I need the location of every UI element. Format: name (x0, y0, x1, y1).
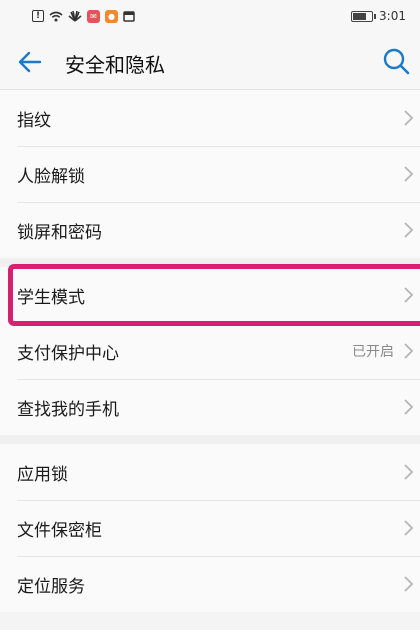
back-arrow-icon[interactable] (16, 48, 44, 76)
chevron-right-icon (404, 576, 414, 592)
alert-icon: ! (32, 10, 44, 22)
status-value: 已开启 (352, 344, 394, 360)
chevron-right-icon (404, 166, 414, 182)
settings-item-label: 查找我的手机 (17, 399, 119, 420)
chevron-right-icon (404, 399, 414, 415)
section-divider (0, 258, 420, 267)
settings-group: 学生模式 支付保护中心 已开启 查找我的手机 (0, 267, 420, 435)
calendar-icon (123, 10, 135, 22)
settings-item-face-unlock[interactable]: 人脸解锁 (0, 146, 420, 202)
status-icons-left: ! ✉ ● (32, 9, 135, 23)
settings-item-location-services[interactable]: 定位服务 (0, 556, 420, 612)
settings-item-label: 文件保密柜 (17, 520, 102, 541)
chevron-right-icon (404, 464, 414, 480)
settings-item-lock-screen[interactable]: 锁屏和密码 (0, 202, 420, 258)
settings-item-label: 指纹 (17, 110, 51, 131)
settings-item-label: 锁屏和密码 (17, 222, 102, 243)
settings-group: 指纹 人脸解锁 锁屏和密码 (0, 90, 420, 258)
chevron-right-icon (404, 110, 414, 126)
chevron-right-icon (404, 520, 414, 536)
settings-item-label: 支付保护中心 (17, 343, 119, 364)
clock: 3:01 (379, 9, 406, 23)
settings-item-label: 应用锁 (17, 464, 68, 485)
chevron-right-icon (404, 343, 414, 359)
page-title: 安全和隐私 (65, 53, 165, 77)
settings-item-file-safe[interactable]: 文件保密柜 (0, 500, 420, 556)
app-header: 安全和隐私 (0, 32, 420, 90)
settings-item-label: 定位服务 (17, 576, 85, 597)
chevron-right-icon (404, 222, 414, 238)
wifi-icon (49, 11, 63, 22)
settings-item-fingerprint[interactable]: 指纹 (0, 90, 420, 146)
settings-item-payment-protection[interactable]: 支付保护中心 已开启 (0, 323, 420, 379)
settings-item-app-lock[interactable]: 应用锁 (0, 444, 420, 500)
settings-item-student-mode[interactable]: 学生模式 (0, 267, 420, 323)
section-divider (0, 435, 420, 444)
settings-item-find-my-phone[interactable]: 查找我的手机 (0, 379, 420, 435)
notification-app-icon: ✉ (87, 9, 100, 23)
status-icons-right: 3:01 (351, 9, 406, 23)
notification-app-icon: ● (105, 9, 118, 23)
status-bar: ! ✉ ● 3:01 (0, 0, 420, 32)
search-icon[interactable] (382, 47, 410, 75)
chevron-right-icon (404, 287, 414, 303)
huawei-icon (68, 10, 82, 22)
settings-item-label: 学生模式 (17, 287, 85, 308)
battery-icon (351, 10, 377, 22)
settings-item-label: 人脸解锁 (17, 166, 85, 187)
settings-group: 应用锁 文件保密柜 定位服务 (0, 444, 420, 612)
